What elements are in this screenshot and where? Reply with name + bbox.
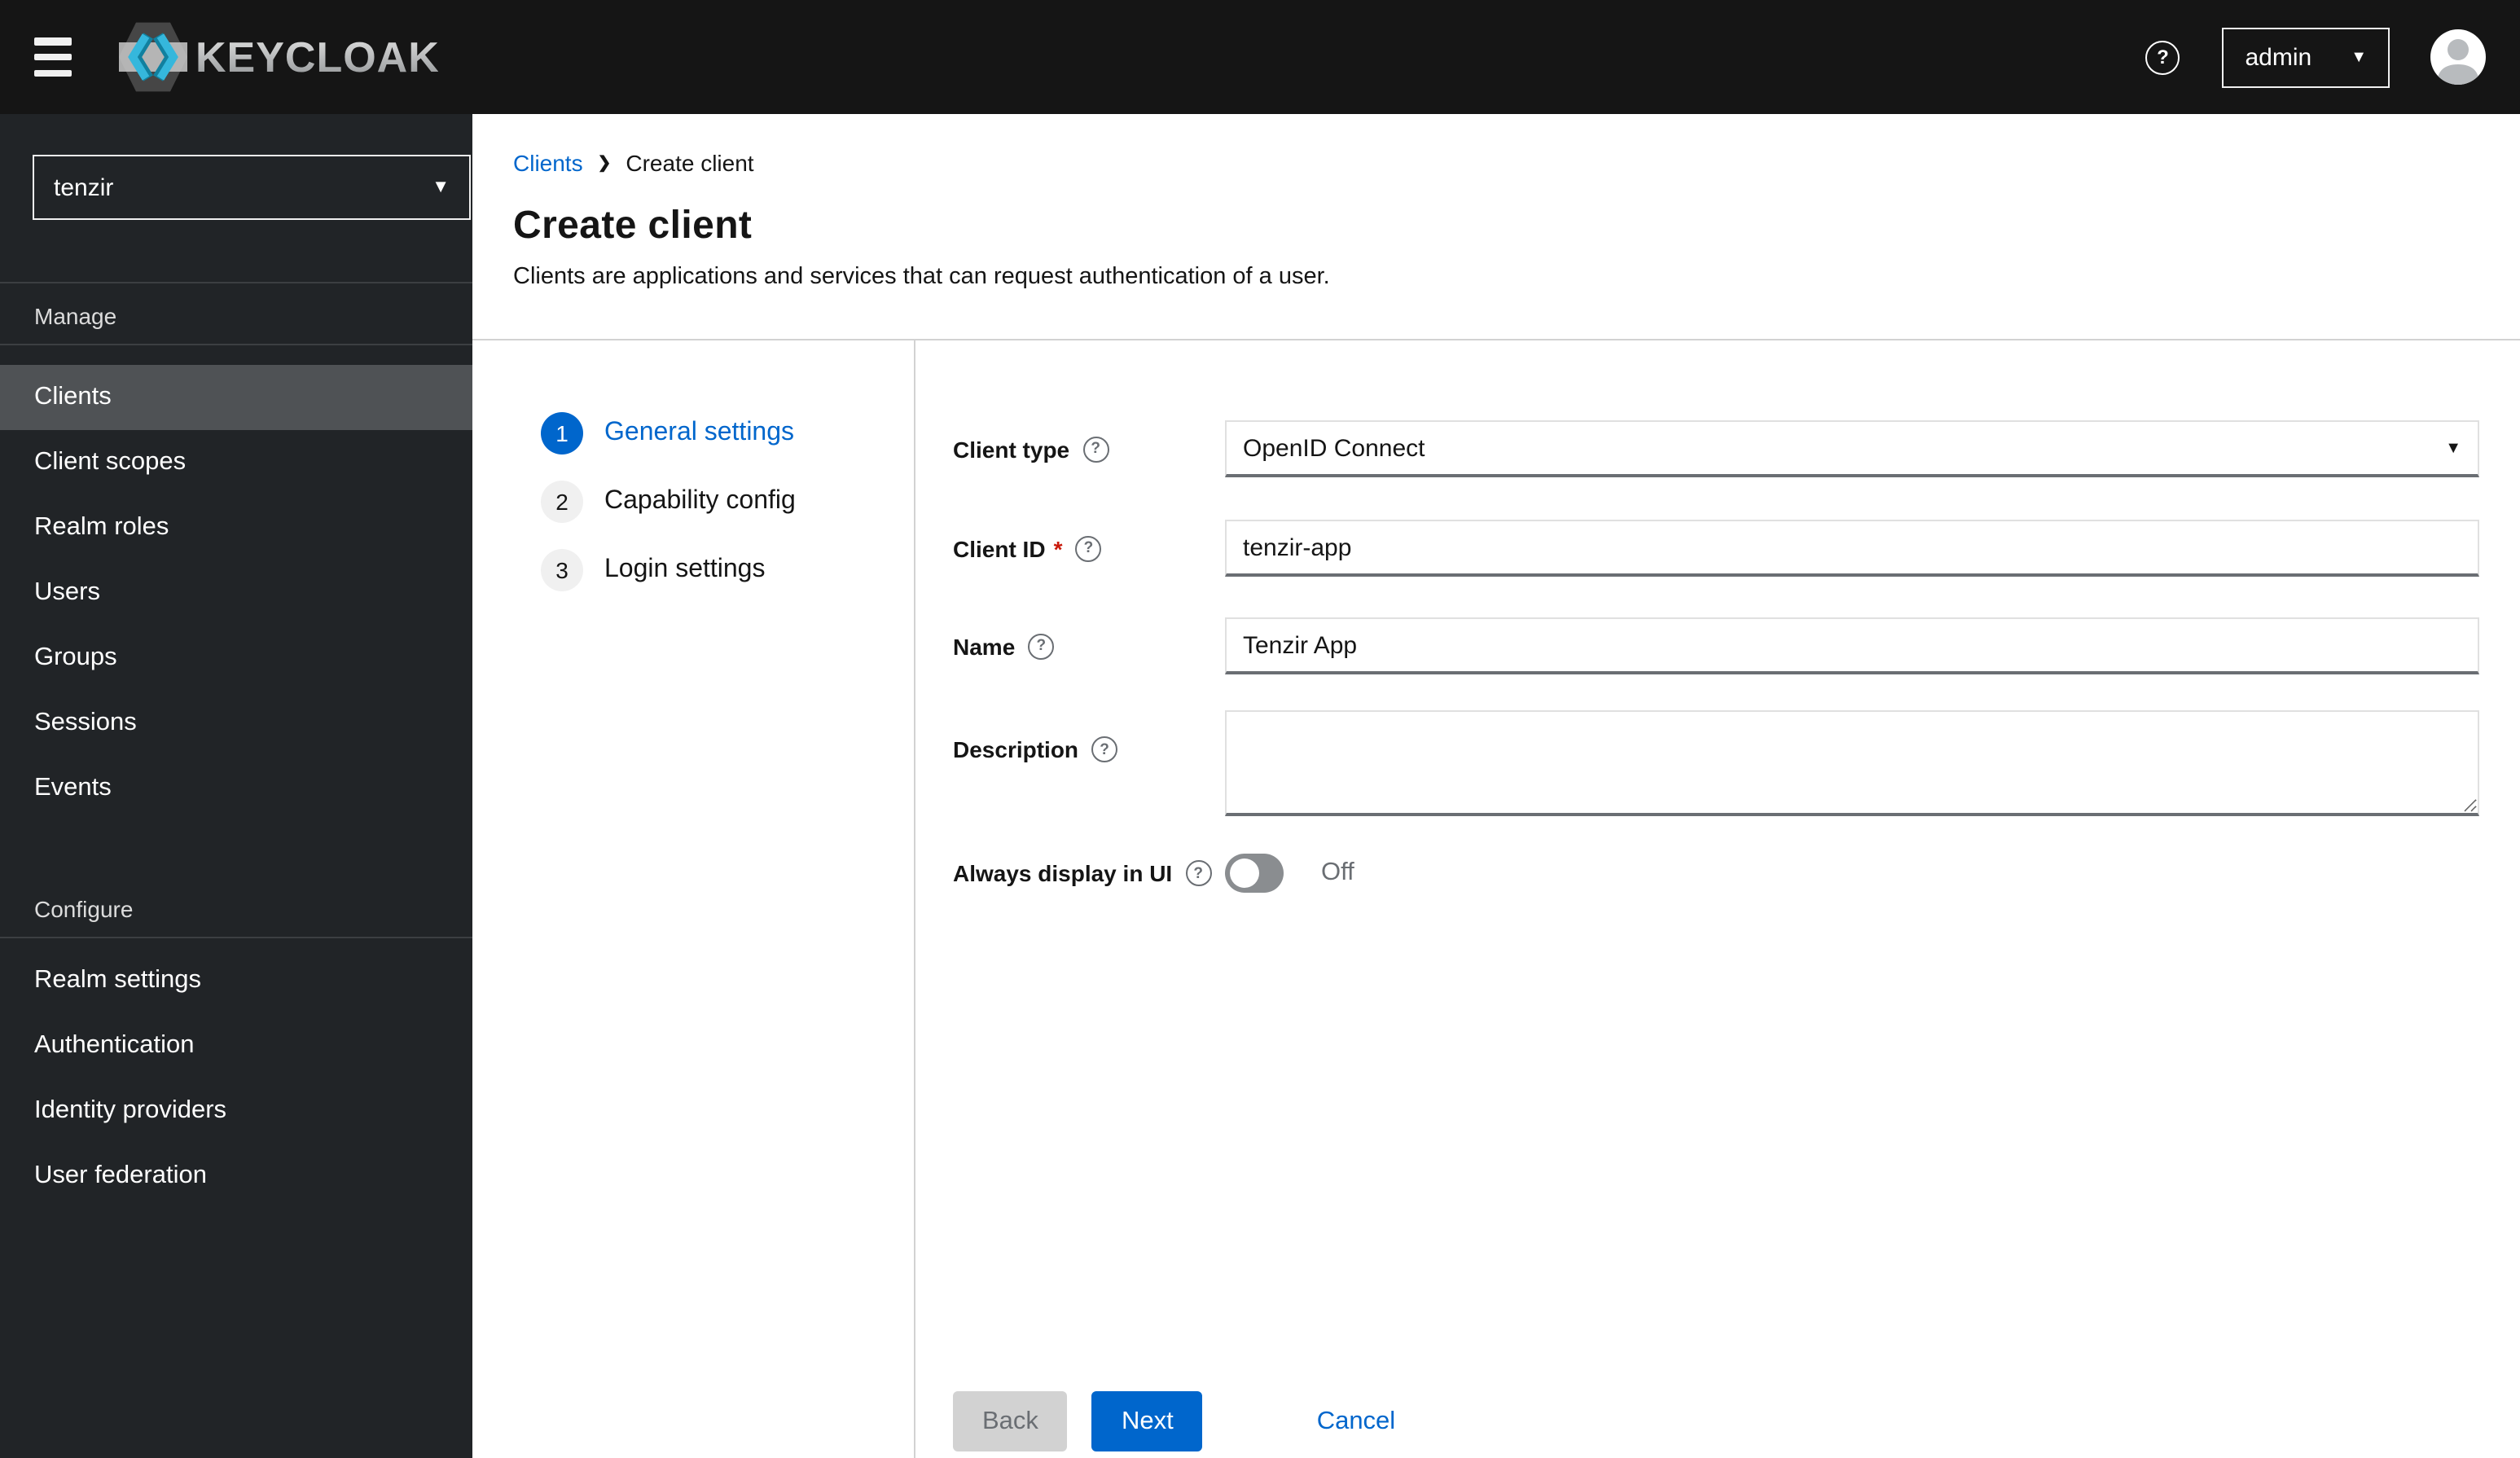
nav-section-divider xyxy=(0,344,472,345)
selected-value: OpenID Connect xyxy=(1243,434,1425,462)
sidebar-item-realm-roles[interactable]: Realm roles xyxy=(0,495,472,560)
nav-section-manage: Manage Clients Client scopes Realm roles… xyxy=(0,283,472,821)
name-row: Name ? xyxy=(953,617,2479,674)
masthead: KEYCLOAK ? admin ▼ xyxy=(0,0,2520,114)
nav-section-title: Manage xyxy=(34,303,117,329)
step-label: General settings xyxy=(604,419,795,446)
realm-selector[interactable]: tenzir ▼ xyxy=(33,155,471,220)
hamburger-bar xyxy=(34,37,72,45)
caret-down-icon: ▼ xyxy=(2351,48,2367,66)
always-display-row: Always display in UI ? Off xyxy=(953,854,2479,893)
wizard-step-login-settings[interactable]: 3 Login settings xyxy=(472,549,914,591)
toggle-state-text: Off xyxy=(1321,859,1354,886)
question-circle-icon[interactable]: ? xyxy=(1082,436,1109,462)
realm-name: tenzir xyxy=(54,173,114,201)
description-label: Description ? xyxy=(953,710,1225,762)
always-display-toggle[interactable] xyxy=(1225,854,1284,893)
label-text: Always display in UI xyxy=(953,860,1173,886)
always-display-label: Always display in UI ? xyxy=(953,860,1225,886)
question-circle-icon[interactable]: ? xyxy=(1185,860,1212,886)
nav-section-title: Configure xyxy=(34,896,134,922)
client-id-row: Client ID * ? xyxy=(953,520,2479,577)
keycloak-logo-graphic: KEYCLOAK xyxy=(119,22,438,92)
sidebar-item-client-scopes[interactable]: Client scopes xyxy=(0,430,472,495)
cancel-link[interactable]: Cancel xyxy=(1307,1405,1406,1438)
wizard-steps-nav: 1 General settings 2 Capability config 3… xyxy=(472,340,915,1458)
sidebar-item-realm-settings[interactable]: Realm settings xyxy=(0,948,472,1013)
sidebar-item-groups[interactable]: Groups xyxy=(0,626,472,691)
label-text: Client type xyxy=(953,436,1070,462)
wizard-step-capability-config[interactable]: 2 Capability config xyxy=(472,481,914,523)
caret-down-icon: ▼ xyxy=(2445,439,2461,457)
label-text: Description xyxy=(953,736,1079,762)
label-text: Name xyxy=(953,633,1016,659)
sidebar-item-authentication[interactable]: Authentication xyxy=(0,1013,472,1078)
label-text: Client ID xyxy=(953,535,1046,561)
client-id-label: Client ID * ? xyxy=(953,535,1225,561)
toggle-knob xyxy=(1230,859,1259,888)
create-client-wizard: 1 General settings 2 Capability config 3… xyxy=(472,340,2520,1458)
sidebar: tenzir ▼ Manage Clients Client scopes Re… xyxy=(0,114,472,1458)
page-header: Clients ❯ Create client Create client Cl… xyxy=(472,114,2520,290)
step-number-badge: 2 xyxy=(541,481,583,523)
client-id-input[interactable] xyxy=(1225,520,2479,577)
nav-list-manage: Clients Client scopes Realm roles Users … xyxy=(0,365,472,821)
avatar[interactable] xyxy=(2430,29,2486,85)
page-title: Create client xyxy=(513,204,753,248)
hamburger-bar xyxy=(34,69,72,77)
keycloak-logo[interactable]: KEYCLOAK xyxy=(119,18,438,96)
breadcrumb-current: Create client xyxy=(626,150,754,176)
description-textarea[interactable] xyxy=(1225,710,2479,816)
step-label: Login settings xyxy=(604,556,766,583)
brand-text: KEYCLOAK xyxy=(195,34,438,81)
client-type-select[interactable]: OpenID Connect ▼ xyxy=(1225,420,2479,477)
main-content: Clients ❯ Create client Create client Cl… xyxy=(472,114,2520,1458)
sidebar-item-users[interactable]: Users xyxy=(0,560,472,626)
username: admin xyxy=(2245,43,2312,71)
question-circle-icon[interactable]: ? xyxy=(1028,633,1055,659)
client-type-label: Client type ? xyxy=(953,436,1225,462)
question-circle-icon[interactable]: ? xyxy=(1091,736,1118,762)
wizard-step-general-settings[interactable]: 1 General settings xyxy=(472,412,914,455)
sidebar-item-sessions[interactable]: Sessions xyxy=(0,691,472,756)
wizard-actions: Back Next Cancel xyxy=(953,1391,2479,1451)
user-menu-dropdown[interactable]: admin ▼ xyxy=(2222,27,2390,87)
page-subtitle: Clients are applications and services th… xyxy=(513,264,1330,290)
masthead-toolbar: ? admin ▼ xyxy=(2145,27,2486,87)
help-icon[interactable]: ? xyxy=(2145,40,2180,74)
sidebar-item-events[interactable]: Events xyxy=(0,756,472,821)
nav-section-configure: Configure Realm settings Authentication … xyxy=(0,876,472,1209)
nav-list-configure: Realm settings Authentication Identity p… xyxy=(0,948,472,1209)
name-input[interactable] xyxy=(1225,617,2479,674)
nav-toggle-hamburger-icon[interactable] xyxy=(34,37,72,77)
step-number-badge: 1 xyxy=(541,412,583,455)
sidebar-item-identity-providers[interactable]: Identity providers xyxy=(0,1078,472,1144)
keycloak-admin-console: KEYCLOAK ? admin ▼ tenzir ▼ Manage Clien… xyxy=(0,0,2520,1458)
breadcrumb: Clients ❯ Create client xyxy=(513,150,2520,176)
sidebar-item-user-federation[interactable]: User federation xyxy=(0,1144,472,1209)
chevron-right-icon: ❯ xyxy=(597,154,612,172)
user-avatar-icon xyxy=(2437,39,2479,85)
description-row: Description ? xyxy=(953,710,2479,816)
client-type-row: Client type ? OpenID Connect ▼ xyxy=(953,420,2479,477)
question-circle-icon[interactable]: ? xyxy=(1075,535,1102,561)
sidebar-item-clients[interactable]: Clients xyxy=(0,365,472,430)
nav-section-divider xyxy=(0,937,472,938)
step-number-badge: 3 xyxy=(541,549,583,591)
next-button[interactable]: Next xyxy=(1091,1391,1203,1451)
general-settings-form: Client type ? OpenID Connect ▼ Client ID… xyxy=(915,340,2520,1458)
required-asterisk: * xyxy=(1053,535,1063,561)
step-label: Capability config xyxy=(604,487,796,515)
hamburger-bar xyxy=(34,53,72,61)
sidebar-nav: Manage Clients Client scopes Realm roles… xyxy=(0,283,472,1209)
back-button[interactable]: Back xyxy=(953,1391,1068,1451)
caret-down-icon: ▼ xyxy=(432,178,450,197)
breadcrumb-clients-link[interactable]: Clients xyxy=(513,150,583,176)
name-label: Name ? xyxy=(953,633,1225,659)
